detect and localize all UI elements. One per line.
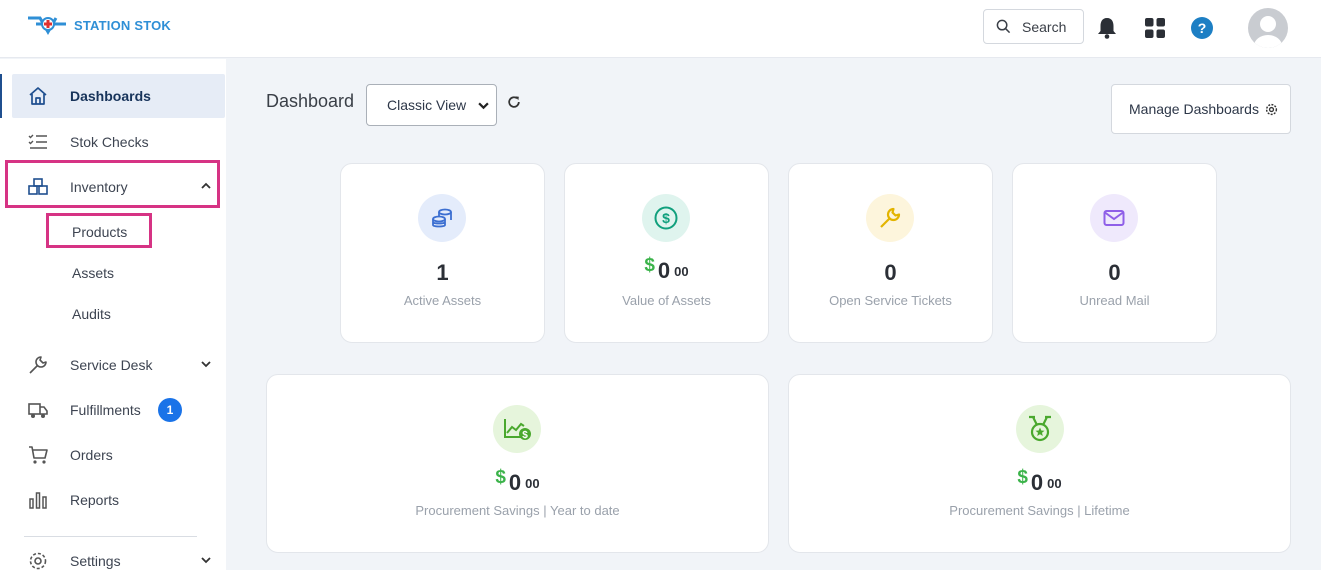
sidebar-item-label: Fulfillments [70, 402, 141, 418]
sidebar-divider [24, 536, 197, 537]
savings-card-year-to-date[interactable]: $ $ 0 00 Procurement Savings | Year to d… [266, 374, 769, 553]
sidebar-item-service-desk[interactable]: Service Desk [12, 343, 225, 387]
sidebar-item-settings[interactable]: Settings [12, 539, 225, 570]
sidebar-item-dashboards[interactable]: Dashboards [12, 74, 225, 118]
svg-text:$: $ [522, 430, 528, 441]
logo-text: STATION STOK [74, 17, 172, 33]
stat-card-open-service-tickets[interactable]: 0 Open Service Tickets [788, 163, 993, 343]
svg-text:$: $ [662, 210, 670, 226]
sidebar-item-orders[interactable]: Orders [12, 433, 225, 477]
unread-mail-value: 0 [1108, 260, 1121, 285]
chevron-down-icon [478, 102, 489, 110]
page-title: Dashboard [266, 91, 355, 111]
cart-icon [29, 446, 48, 464]
mail-icon [1090, 194, 1138, 242]
home-icon [29, 87, 47, 105]
savings-chart-icon: $ [493, 405, 541, 453]
gear-icon [1265, 103, 1278, 115]
sidebar-item-reports[interactable]: Reports [12, 478, 225, 522]
bar-chart-icon [29, 492, 47, 509]
amount-whole: 0 [657, 258, 671, 283]
logo-icon [28, 16, 66, 36]
view-select[interactable]: Classic View [366, 84, 497, 126]
dollar-circle-icon: $ [642, 194, 690, 242]
sidebar-subitem-audits[interactable]: Audits [72, 306, 111, 322]
ytd-savings-value: $ 0 00 [267, 467, 768, 496]
lifetime-savings-caption: Procurement Savings | Lifetime [949, 503, 1130, 518]
lifetime-savings-value: $ 0 00 [789, 467, 1290, 496]
chevron-down-icon [201, 557, 211, 564]
products-highlight [46, 213, 152, 248]
search-label: Search [1022, 18, 1067, 35]
sidebar-item-label: Settings [70, 553, 121, 569]
sidebar-item-stok-checks[interactable]: Stok Checks [12, 120, 225, 164]
checklist-icon [28, 134, 47, 149]
avatar[interactable] [1248, 8, 1288, 48]
sidebar-item-label: Stok Checks [70, 134, 149, 150]
stat-card-active-assets[interactable]: 1 Active Assets [340, 163, 545, 343]
truck-icon [28, 403, 48, 418]
amount-cents: 00 [525, 476, 540, 491]
gear-icon [29, 552, 47, 570]
view-select-value: Classic View [387, 97, 467, 113]
search-button[interactable]: Search [983, 9, 1084, 44]
sidebar-item-label: Dashboards [70, 88, 151, 104]
value-of-assets-caption: Value of Assets [622, 293, 711, 308]
coins-icon [418, 194, 466, 242]
manage-dashboards-button[interactable]: Manage Dashboards [1111, 84, 1291, 134]
ytd-savings-caption: Procurement Savings | Year to date [415, 503, 620, 518]
fulfillments-count-badge: 1 [158, 398, 182, 422]
unread-mail-caption: Unread Mail [1079, 293, 1150, 308]
currency-symbol: $ [495, 467, 506, 488]
active-indicator [0, 74, 2, 118]
help-icon[interactable]: ? [1191, 17, 1213, 39]
sidebar-item-label: Service Desk [70, 357, 153, 373]
value-of-assets-value: $ 0 00 [565, 255, 768, 284]
sidebar-item-fulfillments[interactable]: Fulfillments [12, 388, 225, 432]
savings-card-lifetime[interactable]: $ 0 00 Procurement Savings | Lifetime [788, 374, 1291, 553]
amount-whole: 0 [508, 470, 522, 495]
logo[interactable]: STATION STOK [26, 14, 171, 36]
search-icon [996, 19, 1011, 34]
amount-whole: 0 [1030, 470, 1044, 495]
open-service-tickets-caption: Open Service Tickets [829, 293, 952, 308]
top-bar: STATION STOK Search ? [0, 0, 1321, 58]
active-assets-caption: Active Assets [403, 293, 482, 308]
amount-cents: 00 [674, 264, 689, 279]
active-assets-value: 1 [436, 260, 449, 285]
wrench-icon [29, 356, 47, 374]
wrench-icon [866, 194, 914, 242]
currency-symbol: $ [1017, 467, 1028, 488]
chevron-down-icon [201, 361, 211, 368]
currency-symbol: $ [644, 255, 655, 276]
sidebar-item-label: Reports [70, 492, 120, 508]
svg-text:?: ? [1198, 20, 1207, 36]
amount-cents: 00 [1047, 476, 1062, 491]
apps-grid-icon[interactable] [1145, 18, 1165, 38]
sidebar-item-label: Orders [70, 447, 113, 463]
stat-card-value-of-assets[interactable]: $ $ 0 00 Value of Assets [564, 163, 769, 343]
inventory-highlight [5, 160, 220, 208]
refresh-icon[interactable] [507, 95, 521, 109]
stat-card-unread-mail[interactable]: 0 Unread Mail [1012, 163, 1217, 343]
bell-icon[interactable] [1097, 17, 1117, 39]
user-silhouette-icon [1254, 16, 1282, 48]
manage-dashboards-label: Manage Dashboards [1129, 101, 1259, 117]
sidebar-subitem-assets[interactable]: Assets [72, 265, 114, 281]
medal-icon [1016, 405, 1064, 453]
open-service-tickets-value: 0 [884, 260, 897, 285]
